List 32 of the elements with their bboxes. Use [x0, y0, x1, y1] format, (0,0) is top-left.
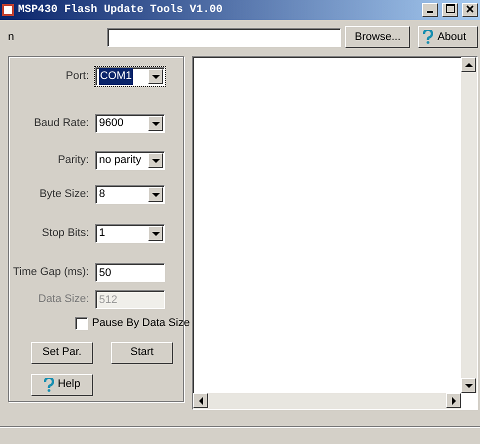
field-label: Byte Size: [38, 187, 90, 202]
file-path-field[interactable] [107, 28, 341, 46]
dropdown[interactable]: COM1 [95, 67, 165, 86]
about-button[interactable]: About [418, 26, 478, 48]
checkbox[interactable] [75, 316, 88, 330]
window-title: MSP430 Flash Update Tools V1.00 [18, 2, 224, 18]
maximize-button[interactable] [442, 3, 458, 17]
help-button[interactable]: Help [31, 374, 93, 396]
dropdown[interactable]: 9600 [95, 114, 165, 133]
field-label: Baud Rate: [32, 116, 90, 132]
help-icon [44, 378, 54, 392]
push-button[interactable]: Set Par. [31, 342, 93, 364]
field-label: Stop Bits: [40, 226, 90, 242]
checkbox-label: Pause By Data Size [92, 316, 190, 331]
push-button[interactable]: Start [111, 342, 173, 364]
text-field[interactable]: 50 [95, 263, 165, 282]
field-label: Data Size: [37, 292, 90, 308]
field-label: Time Gap (ms): [12, 265, 90, 280]
dropdown[interactable]: 1 [95, 224, 165, 243]
minimize-icon [427, 10, 433, 13]
file-label: n [8, 30, 16, 45]
close-button[interactable] [462, 3, 478, 17]
app-icon [2, 4, 14, 16]
dropdown[interactable]: no parity [95, 151, 165, 170]
minimize-button[interactable] [422, 3, 438, 17]
close-icon [466, 4, 474, 13]
field-label: Port: [64, 69, 90, 84]
maximize-icon [446, 4, 454, 14]
help-icon [423, 30, 434, 44]
field-label: Parity: [56, 153, 90, 168]
dropdown[interactable]: 8 [95, 185, 165, 204]
browse-button[interactable]: Browse... [344, 26, 410, 48]
